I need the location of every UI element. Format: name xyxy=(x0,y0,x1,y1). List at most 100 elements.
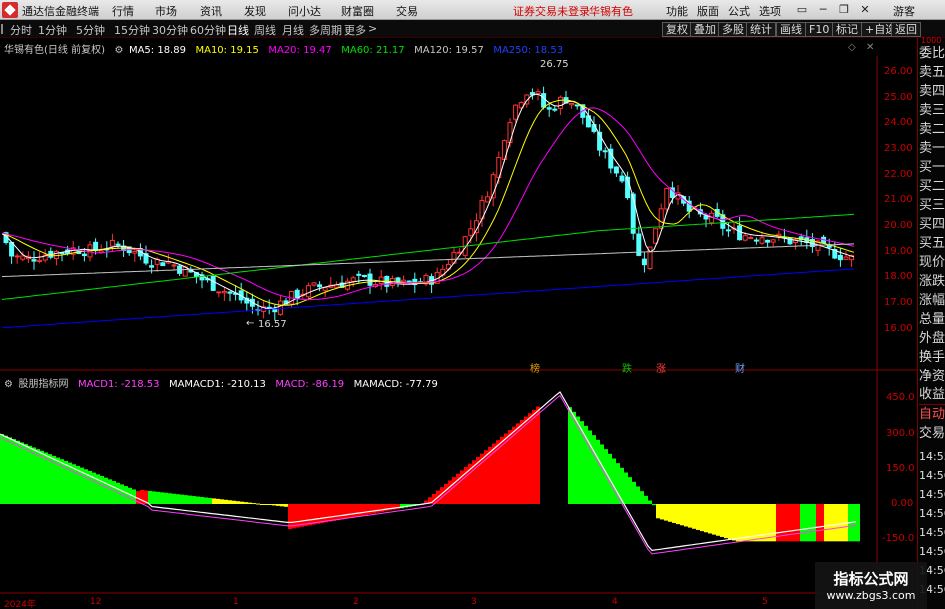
macd-bar xyxy=(72,464,76,504)
legend-macd1: MACD1: -218.53 xyxy=(77,379,160,390)
menu-formula[interactable]: 公式 xyxy=(728,3,750,19)
time-tick: 2 xyxy=(353,597,359,607)
adjust-button[interactable]: 复权 xyxy=(662,22,692,37)
macd-bar xyxy=(732,504,736,541)
macd-bar xyxy=(172,493,176,504)
event-tag-list[interactable]: 榜 xyxy=(530,360,540,375)
guest-user[interactable]: 游客 xyxy=(893,3,915,19)
menu-trade[interactable]: 交易 xyxy=(396,3,418,19)
macd-bar xyxy=(192,496,196,504)
side-trade[interactable]: 交易 xyxy=(919,424,945,443)
stats-button[interactable]: 统计 xyxy=(746,22,776,37)
menu-hq[interactable]: 行情 xyxy=(112,3,134,19)
side-item[interactable]: 涨幅 xyxy=(919,291,945,310)
collapse-icon[interactable] xyxy=(1,24,7,34)
watermark-title: 指标公式网 xyxy=(833,570,909,588)
tab-daily[interactable]: 日线 xyxy=(227,22,249,38)
mark-button[interactable]: 标记 xyxy=(832,22,862,37)
macd-bar xyxy=(160,492,164,504)
multi-stock-button[interactable]: 多股 xyxy=(718,22,748,37)
side-item[interactable]: 卖四 xyxy=(919,82,945,101)
side-item[interactable]: 买三 xyxy=(919,196,945,215)
candle-body xyxy=(468,228,474,236)
tab-monthly[interactable]: 月线 xyxy=(282,22,304,38)
menu-functions[interactable]: 功能 xyxy=(666,3,688,19)
maximize-icon[interactable]: ─ xyxy=(816,3,830,17)
close-icon[interactable]: ✕ xyxy=(858,3,872,17)
macd-bar xyxy=(352,504,356,518)
tab-5min[interactable]: 5分钟 xyxy=(76,22,105,38)
tab-1min[interactable]: 1分钟 xyxy=(38,22,67,38)
side-auto[interactable]: 自动 xyxy=(919,405,945,424)
side-item[interactable]: 买二 xyxy=(919,177,945,196)
menu-layout[interactable]: 版面 xyxy=(697,3,719,19)
side-item[interactable]: 现价 xyxy=(919,253,945,272)
tab-multi-period[interactable]: 多周期 xyxy=(309,22,342,38)
price-tick: 19.00 xyxy=(884,246,913,257)
event-tag-rise[interactable]: 涨 xyxy=(656,360,666,375)
ma10-line xyxy=(1,99,855,306)
side-item[interactable]: 卖五 xyxy=(919,63,945,82)
side-item[interactable]: 卖一 xyxy=(919,139,945,158)
side-item[interactable]: 净资 xyxy=(919,367,945,386)
tab-more[interactable]: 更多 xyxy=(344,22,366,38)
candle-body xyxy=(277,300,283,315)
side-item[interactable]: 委比 xyxy=(919,44,945,63)
side-item[interactable]: 外盘 xyxy=(919,329,945,348)
menu-discover[interactable]: 发现 xyxy=(244,3,266,19)
tab-30min[interactable]: 30分钟 xyxy=(152,22,188,38)
tab-intraday[interactable]: 分时 xyxy=(10,22,32,38)
indicator-settings-icon[interactable]: ⚙ xyxy=(4,379,13,390)
overlay-button[interactable]: 叠加 xyxy=(690,22,720,37)
side-item[interactable]: 卖二 xyxy=(919,120,945,139)
menu-fortune[interactable]: 财富圈 xyxy=(341,3,374,19)
candle-body xyxy=(742,235,748,241)
side-item[interactable]: 总量 xyxy=(919,310,945,329)
event-tag-fall[interactable]: 跌 xyxy=(622,360,632,375)
macd-bar xyxy=(764,504,768,542)
macd-bar xyxy=(260,504,264,505)
macd-bar xyxy=(212,498,216,504)
legend-macd: MACD: -86.19 xyxy=(275,379,345,390)
menu-xiaoda[interactable]: 问小达 xyxy=(288,3,321,19)
side-item[interactable]: 买五 xyxy=(919,234,945,253)
menu-options[interactable]: 选项 xyxy=(759,3,781,19)
period-toolbar: 分时 1分钟 5分钟 15分钟 30分钟 60分钟 日线 周线 月线 多周期 更… xyxy=(0,20,945,38)
tab-15min[interactable]: 15分钟 xyxy=(114,22,150,38)
macd-bar xyxy=(276,504,280,506)
minimize-icon[interactable]: ▭ xyxy=(795,3,809,17)
chart-area[interactable] xyxy=(0,38,917,609)
side-item[interactable]: 卖三 xyxy=(919,101,945,120)
side-item[interactable]: 买一 xyxy=(919,158,945,177)
candle-body xyxy=(507,122,513,143)
macd-bar xyxy=(452,477,456,504)
macd-bar xyxy=(340,504,344,520)
candle-body xyxy=(753,239,759,242)
candle-body xyxy=(317,284,323,288)
more-chevron-icon[interactable]: > xyxy=(368,22,377,35)
tab-60min[interactable]: 60分钟 xyxy=(190,22,226,38)
side-item[interactable]: 收益 xyxy=(919,385,945,405)
menu-market[interactable]: 市场 xyxy=(155,3,177,19)
draw-button[interactable]: 画线 xyxy=(776,22,806,37)
event-tag-finance[interactable]: 财 xyxy=(735,360,745,375)
restore-icon[interactable]: ❐ xyxy=(837,3,851,17)
menu-news[interactable]: 资讯 xyxy=(200,3,222,19)
macd-histogram xyxy=(0,406,860,542)
macd-bar xyxy=(364,504,368,515)
macd-bar xyxy=(360,504,364,516)
side-item[interactable]: 买四 xyxy=(919,215,945,234)
macd-bar xyxy=(768,504,772,542)
time-tick: 4 xyxy=(612,597,618,607)
macd-bar xyxy=(256,503,260,505)
side-item[interactable]: 涨跌 xyxy=(919,272,945,291)
login-warning[interactable]: 证券交易未登录 xyxy=(513,3,590,19)
f10-button[interactable]: F10 xyxy=(805,22,834,37)
macd-bar xyxy=(112,481,116,504)
candle-body xyxy=(664,187,670,210)
macd-bar xyxy=(804,504,808,542)
back-button[interactable]: 返回 xyxy=(891,22,921,37)
macd-bar xyxy=(104,477,108,504)
side-item[interactable]: 换手 xyxy=(919,348,945,367)
tab-weekly[interactable]: 周线 xyxy=(254,22,276,38)
